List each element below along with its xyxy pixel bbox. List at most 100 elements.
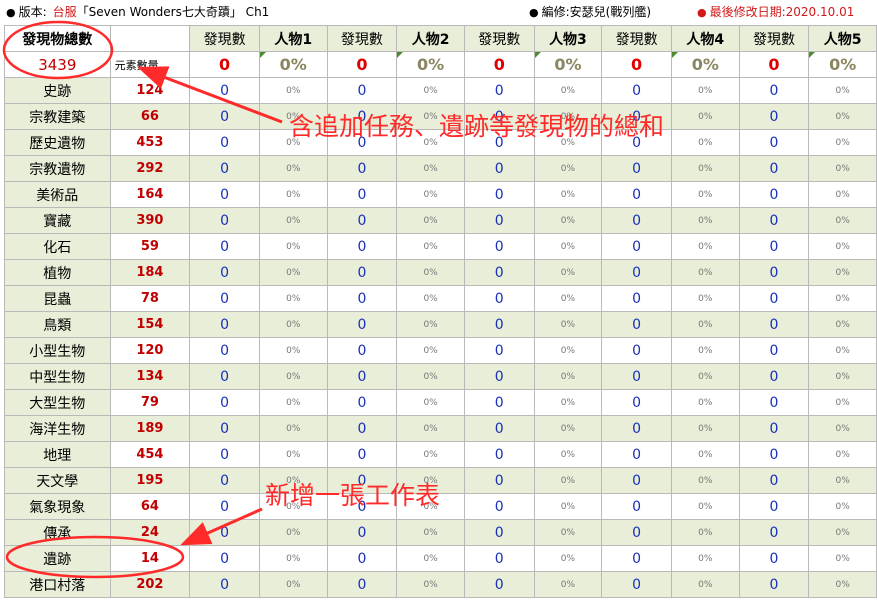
find-pct-cell[interactable]: 0% xyxy=(670,259,740,286)
find-pct-cell[interactable]: 0% xyxy=(670,519,740,546)
find-count-cell[interactable]: 0 xyxy=(738,571,810,598)
find-count-cell[interactable]: 0 xyxy=(189,233,260,260)
find-count-cell[interactable]: 0 xyxy=(601,259,672,286)
find-pct-cell[interactable]: 0% xyxy=(258,441,328,468)
find-pct-cell[interactable]: 0% xyxy=(396,311,465,338)
find-count-cell[interactable]: 0 xyxy=(738,337,810,364)
category-name-cell[interactable]: 小型生物 xyxy=(4,337,111,364)
category-count-cell[interactable]: 184 xyxy=(109,259,191,286)
find-pct-cell[interactable]: 0% xyxy=(258,259,328,286)
category-name-cell[interactable]: 遺跡 xyxy=(4,545,111,572)
unit-label-cell[interactable]: 元素數量 xyxy=(109,51,191,78)
find-count-cell[interactable]: 0 xyxy=(601,467,672,494)
find-pct-cell[interactable]: 0% xyxy=(808,571,877,598)
find-pct-cell[interactable]: 0% xyxy=(396,363,465,390)
find-pct-cell[interactable]: 0% xyxy=(670,181,740,208)
category-count-cell[interactable]: 195 xyxy=(109,467,191,494)
find-pct-cell[interactable]: 0% xyxy=(533,311,603,338)
find-count-cell[interactable]: 0 xyxy=(738,259,810,286)
find-pct-cell[interactable]: 0% xyxy=(258,363,328,390)
find-pct-cell[interactable]: 0% xyxy=(808,389,877,416)
find-header-cell[interactable]: 發現數 xyxy=(601,25,672,52)
find-count-cell[interactable]: 0 xyxy=(738,415,810,442)
find-pct-cell[interactable]: 0% xyxy=(396,571,465,598)
category-name-cell[interactable]: 化石 xyxy=(4,233,111,260)
find-pct-cell[interactable]: 0% xyxy=(533,181,603,208)
category-name-cell[interactable]: 歷史遺物 xyxy=(4,129,111,156)
find-count-cell[interactable]: 0 xyxy=(326,441,398,468)
find-count-cell[interactable]: 0 xyxy=(601,77,672,104)
find-count-cell[interactable]: 0 xyxy=(189,155,260,182)
find-pct-cell[interactable]: 0% xyxy=(808,337,877,364)
find-header-cell[interactable]: 發現數 xyxy=(738,25,810,52)
find-count-cell[interactable]: 0 xyxy=(189,493,260,520)
category-name-cell[interactable]: 天文學 xyxy=(4,467,111,494)
find-pct-cell[interactable]: 0% xyxy=(670,363,740,390)
find-header-cell[interactable]: 發現數 xyxy=(326,25,398,52)
category-count-cell[interactable]: 202 xyxy=(109,571,191,598)
find-count-cell[interactable]: 0 xyxy=(189,363,260,390)
find-pct-cell[interactable]: 0% xyxy=(396,181,465,208)
find-pct-cell[interactable]: 0% xyxy=(533,415,603,442)
find-count-cell[interactable]: 0 xyxy=(326,545,398,572)
find-count-cell[interactable]: 0 xyxy=(738,129,810,156)
find-count-cell[interactable]: 0 xyxy=(463,259,535,286)
find-pct-cell[interactable]: 0% xyxy=(258,519,328,546)
find-pct-cell[interactable]: 0% xyxy=(670,285,740,312)
find-count-cell[interactable]: 0 xyxy=(189,285,260,312)
category-count-cell[interactable]: 164 xyxy=(109,181,191,208)
find-count-cell[interactable]: 0 xyxy=(601,155,672,182)
find-pct-cell[interactable]: 0% xyxy=(396,233,465,260)
find-count-cell[interactable]: 0 xyxy=(738,207,810,234)
sum-pct-cell[interactable]: 0% xyxy=(670,51,740,78)
sum-pct-cell[interactable]: 0% xyxy=(808,51,877,78)
category-count-cell[interactable]: 390 xyxy=(109,207,191,234)
find-pct-cell[interactable]: 0% xyxy=(670,103,740,130)
find-pct-cell[interactable]: 0% xyxy=(533,545,603,572)
find-pct-cell[interactable]: 0% xyxy=(258,77,328,104)
find-count-cell[interactable]: 0 xyxy=(189,519,260,546)
find-pct-cell[interactable]: 0% xyxy=(258,285,328,312)
find-pct-cell[interactable]: 0% xyxy=(808,363,877,390)
find-count-cell[interactable]: 0 xyxy=(326,311,398,338)
find-count-cell[interactable]: 0 xyxy=(601,545,672,572)
sum-find-cell[interactable]: 0 xyxy=(601,51,672,78)
sum-find-cell[interactable]: 0 xyxy=(326,51,398,78)
blank-header-cell[interactable] xyxy=(109,25,191,52)
find-pct-cell[interactable]: 0% xyxy=(808,311,877,338)
category-name-cell[interactable]: 港口村落 xyxy=(4,571,111,598)
total-label-cell[interactable]: 發現物總數 xyxy=(4,25,111,52)
find-pct-cell[interactable]: 0% xyxy=(396,545,465,572)
find-count-cell[interactable]: 0 xyxy=(738,181,810,208)
find-count-cell[interactable]: 0 xyxy=(463,571,535,598)
category-count-cell[interactable]: 120 xyxy=(109,337,191,364)
find-pct-cell[interactable]: 0% xyxy=(670,311,740,338)
find-pct-cell[interactable]: 0% xyxy=(258,181,328,208)
sum-pct-cell[interactable]: 0% xyxy=(533,51,603,78)
find-count-cell[interactable]: 0 xyxy=(601,311,672,338)
find-count-cell[interactable]: 0 xyxy=(463,415,535,442)
find-pct-cell[interactable]: 0% xyxy=(533,337,603,364)
find-pct-cell[interactable]: 0% xyxy=(808,155,877,182)
find-count-cell[interactable]: 0 xyxy=(326,389,398,416)
find-pct-cell[interactable]: 0% xyxy=(258,311,328,338)
find-count-cell[interactable]: 0 xyxy=(326,285,398,312)
find-pct-cell[interactable]: 0% xyxy=(258,233,328,260)
find-pct-cell[interactable]: 0% xyxy=(808,519,877,546)
find-pct-cell[interactable]: 0% xyxy=(258,207,328,234)
find-count-cell[interactable]: 0 xyxy=(463,181,535,208)
category-count-cell[interactable]: 78 xyxy=(109,285,191,312)
find-pct-cell[interactable]: 0% xyxy=(533,441,603,468)
person-header-cell[interactable]: 人物1 xyxy=(258,25,328,52)
find-pct-cell[interactable]: 0% xyxy=(808,415,877,442)
find-pct-cell[interactable]: 0% xyxy=(670,415,740,442)
total-value-cell[interactable]: 3439 xyxy=(4,51,111,78)
find-pct-cell[interactable]: 0% xyxy=(670,467,740,494)
category-name-cell[interactable]: 美術品 xyxy=(4,181,111,208)
find-count-cell[interactable]: 0 xyxy=(189,207,260,234)
find-pct-cell[interactable]: 0% xyxy=(670,441,740,468)
find-pct-cell[interactable]: 0% xyxy=(533,571,603,598)
find-pct-cell[interactable]: 0% xyxy=(670,337,740,364)
find-count-cell[interactable]: 0 xyxy=(738,77,810,104)
find-count-cell[interactable]: 0 xyxy=(738,545,810,572)
